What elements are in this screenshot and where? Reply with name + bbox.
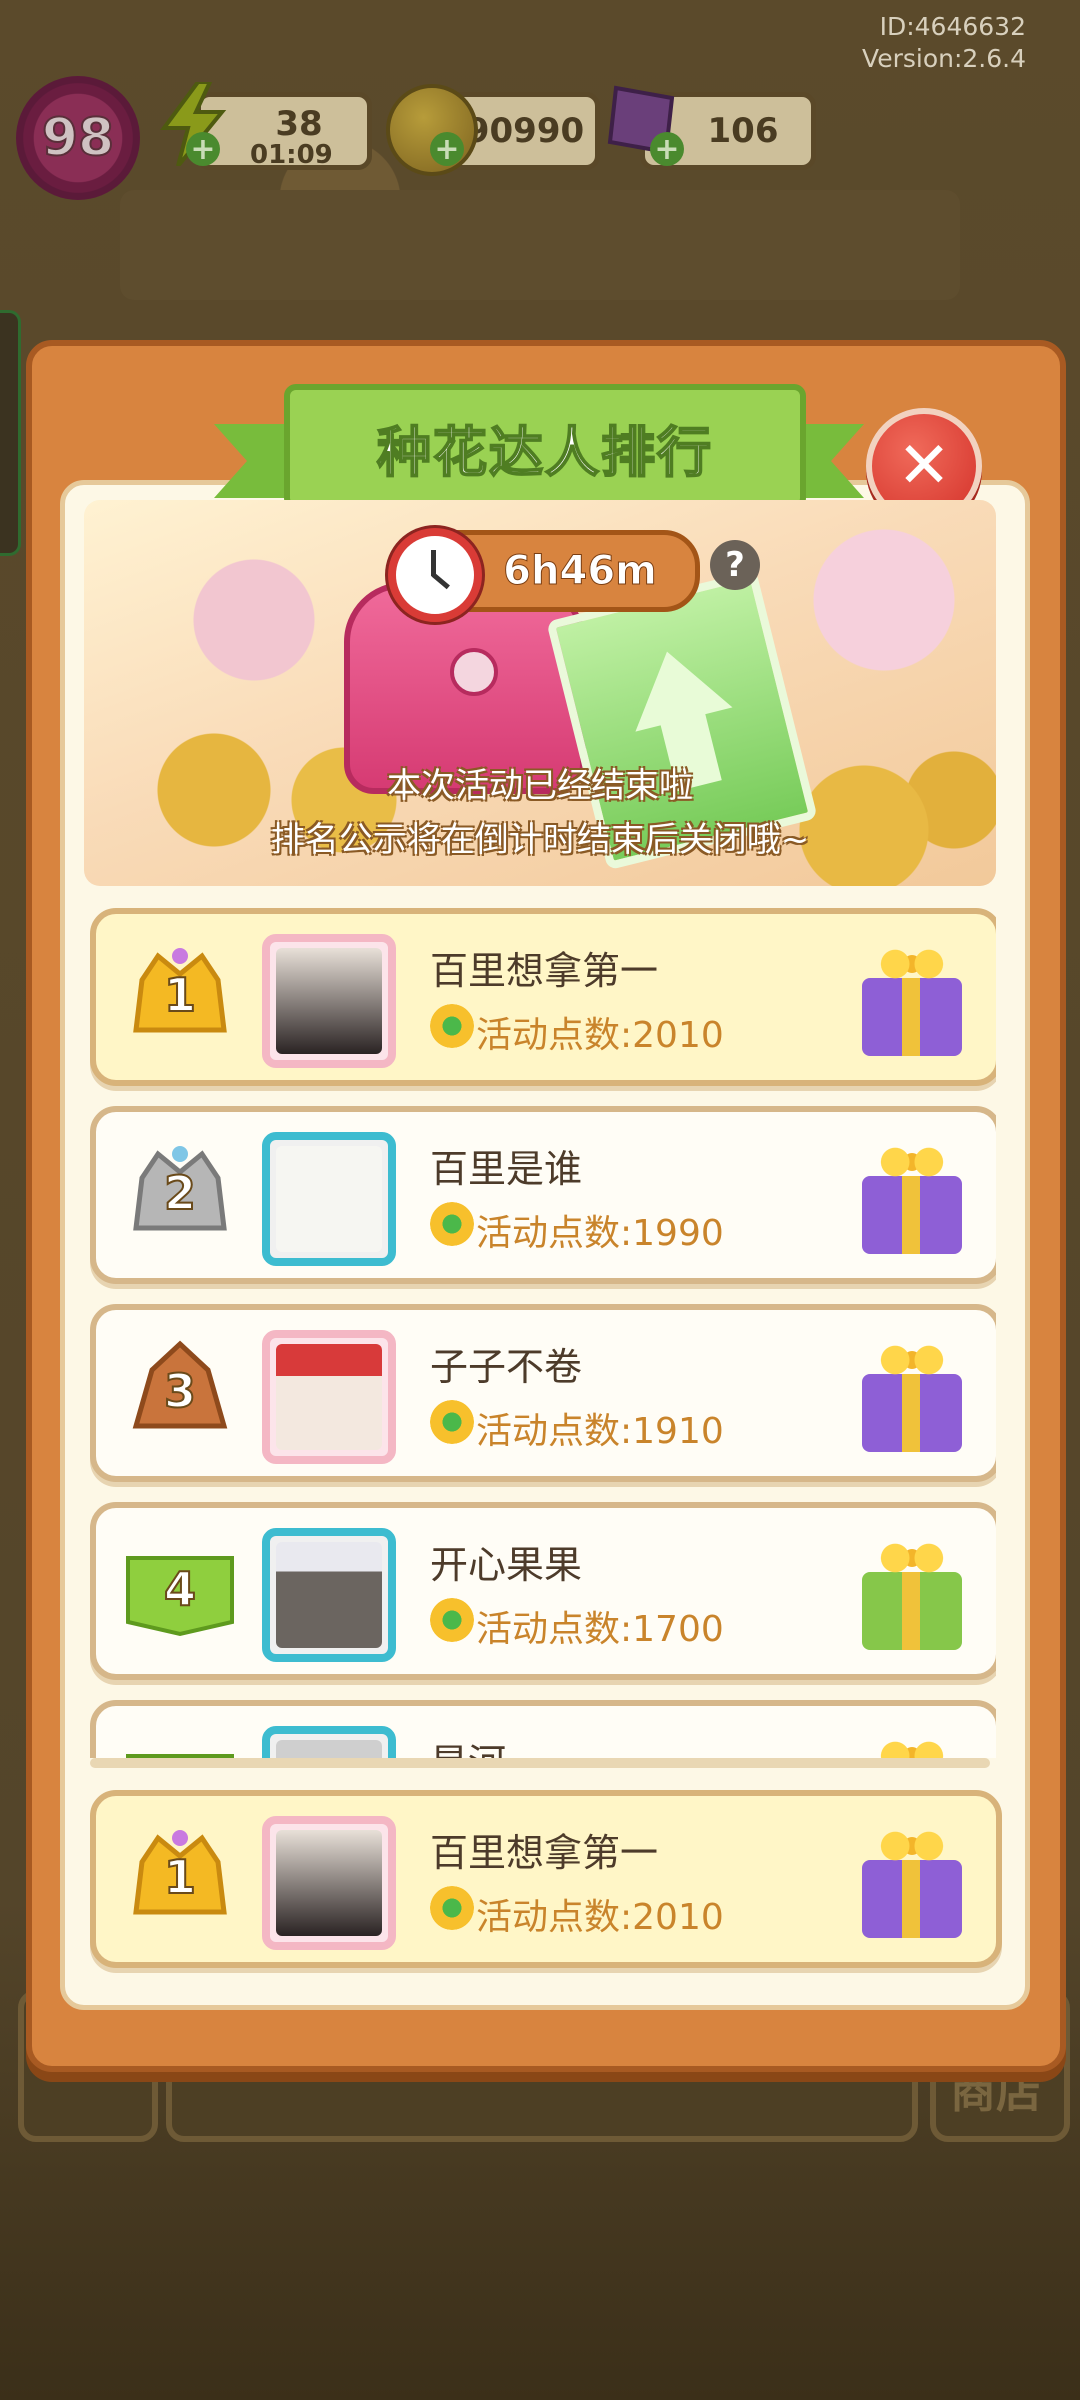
avatar-photo bbox=[276, 1344, 382, 1450]
flower-icon bbox=[430, 1886, 474, 1930]
player-name: 星河 bbox=[430, 1732, 506, 1758]
flower-icon bbox=[430, 1598, 474, 1642]
gold-crown-badge: 1 bbox=[124, 940, 236, 1050]
player-name: 百里想拿第一 bbox=[430, 1831, 659, 1875]
avatar bbox=[262, 1330, 396, 1464]
energy-timer: 01:09 bbox=[250, 140, 333, 170]
ranking-row[interactable]: 2 百里是谁 活动点数:1990 bbox=[90, 1106, 996, 1284]
level-badge: 98 bbox=[16, 76, 140, 200]
coin-icon bbox=[386, 84, 478, 176]
coin-plus-button[interactable]: + bbox=[430, 132, 464, 167]
gift-bow bbox=[870, 1822, 954, 1870]
avatar-photo bbox=[276, 1830, 382, 1936]
banner-body: 种花达人排行 bbox=[284, 384, 806, 510]
list-divider bbox=[90, 1758, 990, 1768]
my-rank-row[interactable]: 1 百里想拿第一 活动点数:2010 bbox=[90, 1790, 1002, 1968]
gift-reward-icon[interactable] bbox=[856, 1816, 968, 1940]
popup-title: 种花达人排行 bbox=[376, 420, 713, 485]
gift-bow bbox=[870, 1336, 954, 1384]
background-counter bbox=[120, 190, 960, 300]
activity-points: 活动点数:2010 bbox=[476, 1015, 724, 1056]
rank-number: 2 bbox=[163, 1165, 197, 1221]
activity-points: 活动点数:1910 bbox=[476, 1411, 724, 1452]
rank-number: 1 bbox=[163, 967, 197, 1023]
gift-ribbon bbox=[902, 1860, 920, 1938]
ranking-list[interactable]: 1 百里想拿第一 活动点数:2010 2 百里是谁 活动点数:1990 3 子子… bbox=[84, 900, 996, 1758]
rank-number: 3 bbox=[163, 1363, 197, 1419]
clock-hand-minute bbox=[431, 572, 450, 590]
flower-icon bbox=[430, 1004, 474, 1048]
avatar bbox=[262, 1726, 396, 1758]
ranking-row[interactable]: 5 星河 bbox=[90, 1700, 996, 1758]
green-rank-badge: 4 bbox=[124, 1534, 236, 1644]
player-name: 开心果果 bbox=[430, 1543, 583, 1587]
activity-points: 活动点数:1990 bbox=[476, 1213, 724, 1254]
avatar-photo bbox=[276, 1542, 382, 1648]
gift-bow bbox=[870, 940, 954, 988]
player-name: 子子不卷 bbox=[430, 1345, 583, 1389]
energy-value: 38 bbox=[275, 104, 323, 144]
gift-bow bbox=[870, 1732, 954, 1758]
avatar-photo bbox=[276, 1146, 382, 1252]
bronze-crown-badge: 3 bbox=[124, 1336, 236, 1446]
energy-plus-button[interactable]: + bbox=[186, 132, 220, 167]
coin-value: 90990 bbox=[465, 111, 585, 151]
gift-ribbon bbox=[902, 1176, 920, 1254]
gift-bow bbox=[870, 1138, 954, 1186]
gem-plus-button[interactable]: + bbox=[650, 132, 684, 167]
avatar-photo bbox=[276, 948, 382, 1054]
gift-reward-icon[interactable] bbox=[856, 1330, 968, 1454]
avatar-photo bbox=[276, 1740, 382, 1758]
level-number: 98 bbox=[41, 107, 115, 169]
avatar bbox=[262, 1816, 396, 1950]
backpack-clasp bbox=[450, 648, 498, 696]
rank-number: 1 bbox=[163, 1849, 197, 1905]
gift-reward-icon[interactable] bbox=[856, 1528, 968, 1652]
player-name: 百里想拿第一 bbox=[430, 949, 659, 993]
green-rank-badge: 5 bbox=[124, 1732, 236, 1758]
activity-points: 活动点数:1700 bbox=[476, 1609, 724, 1650]
gem-value: 106 bbox=[707, 111, 779, 151]
flower-icon bbox=[430, 1400, 474, 1444]
rank-number: 4 bbox=[163, 1561, 197, 1617]
avatar bbox=[262, 1132, 396, 1266]
ranking-row[interactable]: 3 子子不卷 活动点数:1910 bbox=[90, 1304, 996, 1482]
gift-bow bbox=[870, 1534, 954, 1582]
gift-reward-icon[interactable] bbox=[856, 1726, 968, 1758]
flower-icon bbox=[430, 1202, 474, 1246]
countdown-value: 6h46m bbox=[503, 548, 658, 595]
close-icon: ✕ bbox=[897, 429, 951, 503]
clock-icon bbox=[388, 528, 482, 622]
gift-reward-icon[interactable] bbox=[856, 1132, 968, 1256]
player-name: 百里是谁 bbox=[430, 1147, 583, 1191]
help-button[interactable]: ? bbox=[710, 540, 760, 590]
title-banner: 种花达人排行 bbox=[214, 384, 864, 510]
ranking-row[interactable]: 1 百里想拿第一 活动点数:2010 bbox=[90, 908, 996, 1086]
background-side-tab bbox=[0, 310, 21, 556]
gift-ribbon bbox=[902, 978, 920, 1056]
event-ended-message: 本次活动已经结束啦 bbox=[387, 766, 693, 806]
player-id: ID:4646632 bbox=[879, 12, 1026, 41]
avatar bbox=[262, 1528, 396, 1662]
up-arrow-icon bbox=[618, 639, 733, 732]
version-label: Version:2.6.4 bbox=[862, 44, 1026, 73]
gold-crown-badge: 1 bbox=[124, 1822, 236, 1932]
gift-ribbon bbox=[902, 1572, 920, 1650]
ranking-row[interactable]: 4 开心果果 活动点数:1700 bbox=[90, 1502, 996, 1680]
gift-ribbon bbox=[902, 1374, 920, 1452]
activity-points: 活动点数:2010 bbox=[476, 1897, 724, 1938]
ranking-close-notice: 排名公示将在倒计时结束后关闭哦~ bbox=[270, 820, 810, 860]
avatar bbox=[262, 934, 396, 1068]
gift-reward-icon[interactable] bbox=[856, 934, 968, 1058]
silver-crown-badge: 2 bbox=[124, 1138, 236, 1248]
